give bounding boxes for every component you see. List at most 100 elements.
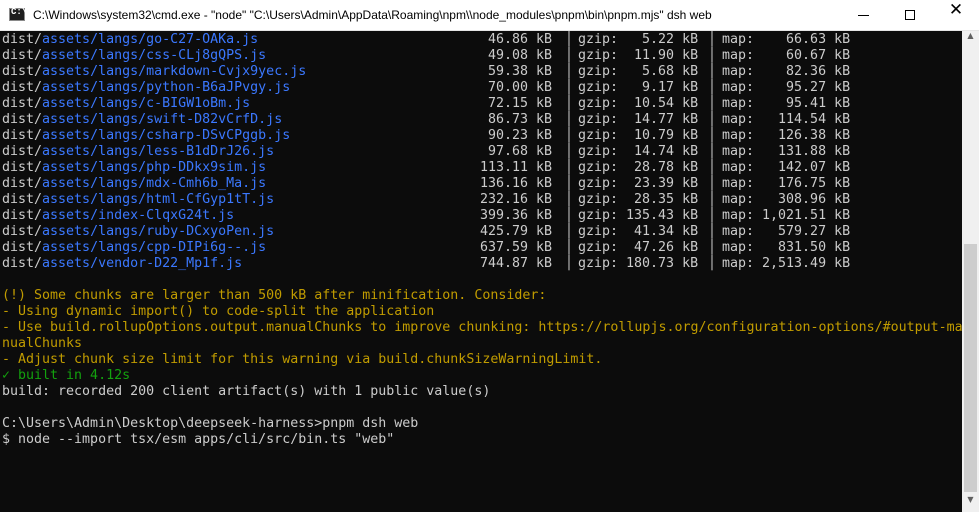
file-size: 97.68 kB [487, 144, 552, 159]
column-separator: │ [708, 64, 717, 79]
gzip-size: gzip: 180.73 kB [578, 256, 699, 271]
maximize-icon [905, 10, 915, 20]
file-path-prefix: dist/ [2, 144, 43, 159]
scroll-up-arrow-icon[interactable]: ▲ [962, 31, 979, 48]
map-size: map: 114.54 kB [722, 112, 851, 127]
column-separator: │ [708, 224, 717, 239]
file-size: 59.38 kB [487, 64, 552, 79]
cmd-app-icon[interactable]: C:\ [9, 7, 27, 21]
map-size: map: 2,513.49 kB [722, 256, 851, 271]
gzip-size: gzip: 28.78 kB [578, 160, 699, 175]
file-path-prefix: dist/ [2, 80, 43, 95]
column-separator: │ [565, 160, 574, 175]
column-separator: │ [708, 240, 717, 255]
column-separator: │ [565, 80, 574, 95]
gzip-size: gzip: 9.17 kB [578, 80, 699, 95]
column-separator: │ [565, 64, 574, 79]
build-success-line: ✓ built in 4.12s [2, 368, 131, 383]
map-size: map: 1,021.51 kB [722, 208, 851, 223]
asset-file-name: assets/langs/cpp-DIPi6g--.js [42, 240, 267, 255]
file-size: 637.59 kB [479, 240, 552, 255]
file-size: 232.16 kB [479, 192, 552, 207]
asset-file-name: assets/langs/csharp-DSvCPggb.js [42, 128, 291, 143]
map-size: map: 82.36 kB [722, 64, 851, 79]
gzip-size: gzip: 23.39 kB [578, 176, 699, 191]
executed-command-line: $ node --import tsx/esm apps/cli/src/bin… [2, 432, 395, 447]
file-path-prefix: dist/ [2, 240, 43, 255]
asset-file-name: assets/langs/swift-D82vCrfD.js [42, 112, 283, 127]
map-size: map: 579.27 kB [722, 224, 851, 239]
column-separator: │ [708, 192, 717, 207]
gzip-size: gzip: 41.34 kB [578, 224, 699, 239]
file-size: 399.36 kB [479, 208, 552, 223]
maximize-button[interactable] [887, 0, 933, 31]
file-path-prefix: dist/ [2, 128, 43, 143]
file-path-prefix: dist/ [2, 64, 43, 79]
map-size: map: 95.27 kB [722, 80, 851, 95]
asset-file-name: assets/langs/php-DDkx9sim.js [42, 160, 267, 175]
map-size: map: 126.38 kB [722, 128, 851, 143]
column-separator: │ [708, 208, 717, 223]
column-separator: │ [565, 32, 574, 47]
asset-file-name: assets/langs/go-C27-OAKa.js [42, 32, 259, 47]
scroll-down-arrow-icon[interactable]: ▼ [962, 495, 979, 512]
title-bar[interactable]: C:\ C:\Windows\system32\cmd.exe - "node"… [0, 0, 979, 31]
file-size: 86.73 kB [487, 112, 552, 127]
map-size: map: 131.88 kB [722, 144, 851, 159]
file-size: 72.15 kB [487, 96, 552, 111]
chunk-size-warning-line: - Using dynamic import() to code-split t… [2, 304, 435, 319]
column-separator: │ [708, 80, 717, 95]
asset-file-name: assets/vendor-D22_Mp1f.js [42, 256, 243, 271]
column-separator: │ [565, 224, 574, 239]
file-path-prefix: dist/ [2, 112, 43, 127]
gzip-size: gzip: 14.74 kB [578, 144, 699, 159]
asset-file-name: assets/langs/css-CLj8gQPS.js [42, 48, 267, 63]
vertical-scrollbar[interactable]: ▲ ▼ [962, 31, 979, 512]
file-size: 425.79 kB [479, 224, 552, 239]
column-separator: │ [708, 256, 717, 271]
file-path-prefix: dist/ [2, 256, 43, 271]
map-size: map: 95.41 kB [722, 96, 851, 111]
console-output[interactable]: dist/assets/langs/go-C27-OAKa.js 46.86 kB… [0, 31, 962, 512]
file-path-prefix: dist/ [2, 48, 43, 63]
command-prompt-line: C:\Users\Admin\Desktop\deepseek-harness>… [2, 416, 419, 431]
file-path-prefix: dist/ [2, 208, 43, 223]
map-size: map: 66.63 kB [722, 32, 851, 47]
asset-file-name: assets/langs/html-CfGyp1tT.js [42, 192, 275, 207]
column-separator: │ [565, 176, 574, 191]
gzip-size: gzip: 135.43 kB [578, 208, 699, 223]
column-separator: │ [708, 176, 717, 191]
gzip-size: gzip: 5.68 kB [578, 64, 699, 79]
file-path-prefix: dist/ [2, 160, 43, 175]
asset-file-name: assets/index-ClqxG24t.js [42, 208, 235, 223]
gzip-size: gzip: 10.79 kB [578, 128, 699, 143]
asset-file-name: assets/langs/markdown-Cvjx9yec.js [42, 64, 307, 79]
asset-file-name: assets/langs/mdx-Cmh6b_Ma.js [42, 176, 267, 191]
file-path-prefix: dist/ [2, 96, 43, 111]
close-button[interactable]: ✕ [933, 0, 979, 31]
close-icon: ✕ [948, 0, 964, 20]
file-size: 49.08 kB [487, 48, 552, 63]
file-path-prefix: dist/ [2, 176, 43, 191]
file-size: 46.86 kB [487, 32, 552, 47]
column-separator: │ [565, 96, 574, 111]
gzip-size: gzip: 14.77 kB [578, 112, 699, 127]
map-size: map: 176.75 kB [722, 176, 851, 191]
file-path-prefix: dist/ [2, 32, 43, 47]
file-size: 90.23 kB [487, 128, 552, 143]
gzip-size: gzip: 28.35 kB [578, 192, 699, 207]
gzip-size: gzip: 5.22 kB [578, 32, 699, 47]
column-separator: │ [708, 144, 717, 159]
column-separator: │ [708, 96, 717, 111]
column-separator: │ [565, 192, 574, 207]
column-separator: │ [708, 112, 717, 127]
scrollbar-thumb[interactable] [964, 244, 977, 492]
minimize-button[interactable] [841, 0, 887, 31]
chunk-size-warning-line: nualChunks [2, 336, 83, 351]
file-size: 136.16 kB [479, 176, 552, 191]
column-separator: │ [565, 208, 574, 223]
asset-file-name: assets/langs/ruby-DCxyoPen.js [42, 224, 275, 239]
column-separator: │ [565, 112, 574, 127]
map-size: map: 308.96 kB [722, 192, 851, 207]
map-size: map: 60.67 kB [722, 48, 851, 63]
